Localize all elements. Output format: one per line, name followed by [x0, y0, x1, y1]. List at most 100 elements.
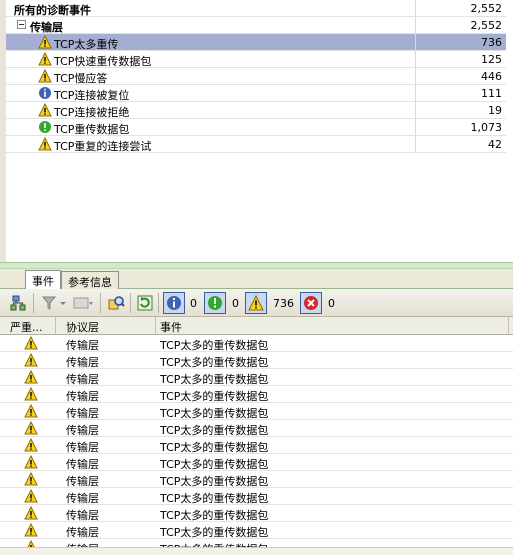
column-divider [415, 68, 416, 84]
warning-icon [24, 386, 38, 401]
toolbar-separator [100, 293, 101, 313]
column-divider [415, 136, 416, 152]
ok-icon [39, 121, 51, 133]
filter-icon[interactable] [40, 294, 58, 312]
tree-row-count: 736 [481, 36, 502, 49]
table-row[interactable]: 传输层 TCP太多的重传数据包 [0, 420, 513, 437]
tree-row-tcp-retransmitted-packets[interactable]: TCP重传数据包 1,073 [6, 119, 506, 136]
tree-row-count: 42 [488, 138, 502, 151]
warning-filter-toggle[interactable] [245, 292, 267, 314]
warning-icon [24, 335, 38, 350]
table-row[interactable]: 传输层TCP太多的重传数据包 [0, 369, 513, 386]
tree-row-count: 1,073 [470, 121, 503, 134]
table-row[interactable]: 传输层TCP太多的重传数据包 [0, 454, 513, 471]
warning-icon [24, 403, 38, 418]
tab-events[interactable]: 事件 [25, 270, 61, 290]
warning-icon [38, 137, 52, 151]
tree-row-tcp-slow-ack[interactable]: TCP慢应答 446 [6, 68, 506, 85]
warning-icon [24, 437, 38, 452]
diagnosis-tree: 所有的诊断事件 2,552 传输层 2,552 TCP太多重传 736 TCP快… [0, 0, 513, 262]
table-row[interactable]: 传输层TCP太多的重传数据包 [0, 352, 513, 369]
cell-layer: 传输层 [66, 424, 99, 437]
tree-row-transport-layer[interactable]: 传输层 2,552 [6, 17, 506, 34]
column-divider [415, 0, 416, 16]
table-row[interactable]: 传输层TCP太多的重传数据包 [0, 522, 513, 539]
warning-icon [24, 352, 38, 367]
event-grid: 传输层 TCP太多的重传数据包 传输层 TCP太多的重传数据包 传输层 TCP太多的重传数… [0, 335, 513, 547]
horizontal-scrollbar[interactable] [0, 547, 513, 555]
column-divider [415, 102, 416, 118]
column-divider [415, 51, 416, 67]
warning-icon [24, 522, 38, 537]
event-toolbar: 0 0 736 0 [0, 289, 513, 317]
error-icon [304, 296, 318, 310]
collapse-icon[interactable] [17, 20, 26, 29]
find-icon[interactable] [107, 294, 125, 312]
warning-icon [24, 454, 38, 469]
table-row[interactable]: 传输层TCP太多的重传数据包 [0, 403, 513, 420]
cell-layer: 传输层 [66, 356, 99, 369]
tree-row-label: 所有的诊断事件 [14, 4, 91, 17]
toolbar-separator [33, 293, 34, 313]
tree-row-tcp-fast-retransmission[interactable]: TCP快速重传数据包 125 [6, 51, 506, 68]
view-icon[interactable] [72, 294, 94, 312]
tree-row-label: TCP连接被拒绝 [54, 106, 130, 119]
ok-count: 0 [232, 297, 239, 310]
hierarchy-icon[interactable] [10, 294, 28, 312]
tab-reference-info[interactable]: 参考信息 [61, 271, 119, 289]
event-grid-header: 严重... 协议层 事件 [0, 317, 513, 335]
table-row[interactable]: 传输层TCP太多的重传数据包 [0, 488, 513, 505]
info-filter-toggle[interactable] [163, 292, 185, 314]
table-row[interactable]: 传输层 TCP太多的重传数据包 [0, 335, 513, 352]
tree-row-tcp-too-many-retransmissions[interactable]: TCP太多重传 736 [6, 34, 506, 51]
tree-row-count: 446 [481, 70, 502, 83]
column-header-layer[interactable]: 协议层 [62, 317, 156, 335]
table-row[interactable]: 传输层TCP太多的重传数据包 [0, 505, 513, 522]
tree-row-count: 2,552 [470, 19, 503, 32]
ok-filter-toggle[interactable] [204, 292, 226, 314]
warning-icon [24, 369, 38, 384]
warning-icon [24, 505, 38, 520]
tree-row-tcp-connection-reset[interactable]: TCP连接被复位 111 [6, 85, 506, 102]
cell-layer: 传输层 [66, 339, 99, 352]
tree-row-tcp-connection-refused[interactable]: TCP连接被拒绝 19 [6, 102, 506, 119]
tree-row-label: TCP慢应答 [54, 72, 108, 85]
cell-event: TCP太多的重传数据包 [160, 390, 269, 403]
warning-icon [38, 35, 52, 49]
column-header-severity[interactable]: 严重... [6, 317, 56, 335]
info-icon [167, 296, 181, 310]
warning-icon [24, 420, 38, 435]
chevron-down-icon[interactable] [58, 294, 68, 312]
warning-count: 736 [273, 297, 294, 310]
warning-icon [38, 69, 52, 83]
column-divider [415, 85, 416, 101]
tree-row-label: TCP太多重传 [54, 38, 119, 51]
refresh-icon[interactable] [136, 294, 154, 312]
cell-layer: 传输层 [66, 390, 99, 403]
cell-event: TCP太多的重传数据包 [160, 509, 269, 522]
ok-icon [208, 296, 222, 310]
warning-icon [38, 52, 52, 66]
table-row[interactable]: 传输层 TCP太多的重传数据包 [0, 386, 513, 403]
tree-row-label: TCP快速重传数据包 [54, 55, 152, 68]
error-filter-toggle[interactable] [300, 292, 322, 314]
pane-splitter[interactable] [0, 262, 513, 269]
table-row[interactable]: 传输层TCP太多的重传数据包 [0, 539, 513, 547]
info-count: 0 [190, 297, 197, 310]
warning-icon [24, 488, 38, 503]
column-divider [415, 119, 416, 135]
cell-event: TCP太多的重传数据包 [160, 441, 269, 454]
column-header-event[interactable]: 事件 [156, 317, 509, 335]
cell-layer: 传输层 [66, 475, 99, 488]
table-row[interactable]: 传输层TCP太多的重传数据包 [0, 437, 513, 454]
tree-row-all-events[interactable]: 所有的诊断事件 2,552 [6, 0, 506, 17]
warning-icon [38, 103, 52, 117]
tree-row-tcp-duplicate-connection-attempt[interactable]: TCP重复的连接尝试 42 [6, 136, 506, 153]
cell-event: TCP太多的重传数据包 [160, 475, 269, 488]
cell-event: TCP太多的重传数据包 [160, 492, 269, 505]
cell-event: TCP太多的重传数据包 [160, 339, 269, 352]
table-row[interactable]: 传输层 TCP太多的重传数据包 [0, 471, 513, 488]
info-icon [39, 87, 51, 99]
cell-layer: 传输层 [66, 526, 99, 539]
cell-event: TCP太多的重传数据包 [160, 424, 269, 437]
